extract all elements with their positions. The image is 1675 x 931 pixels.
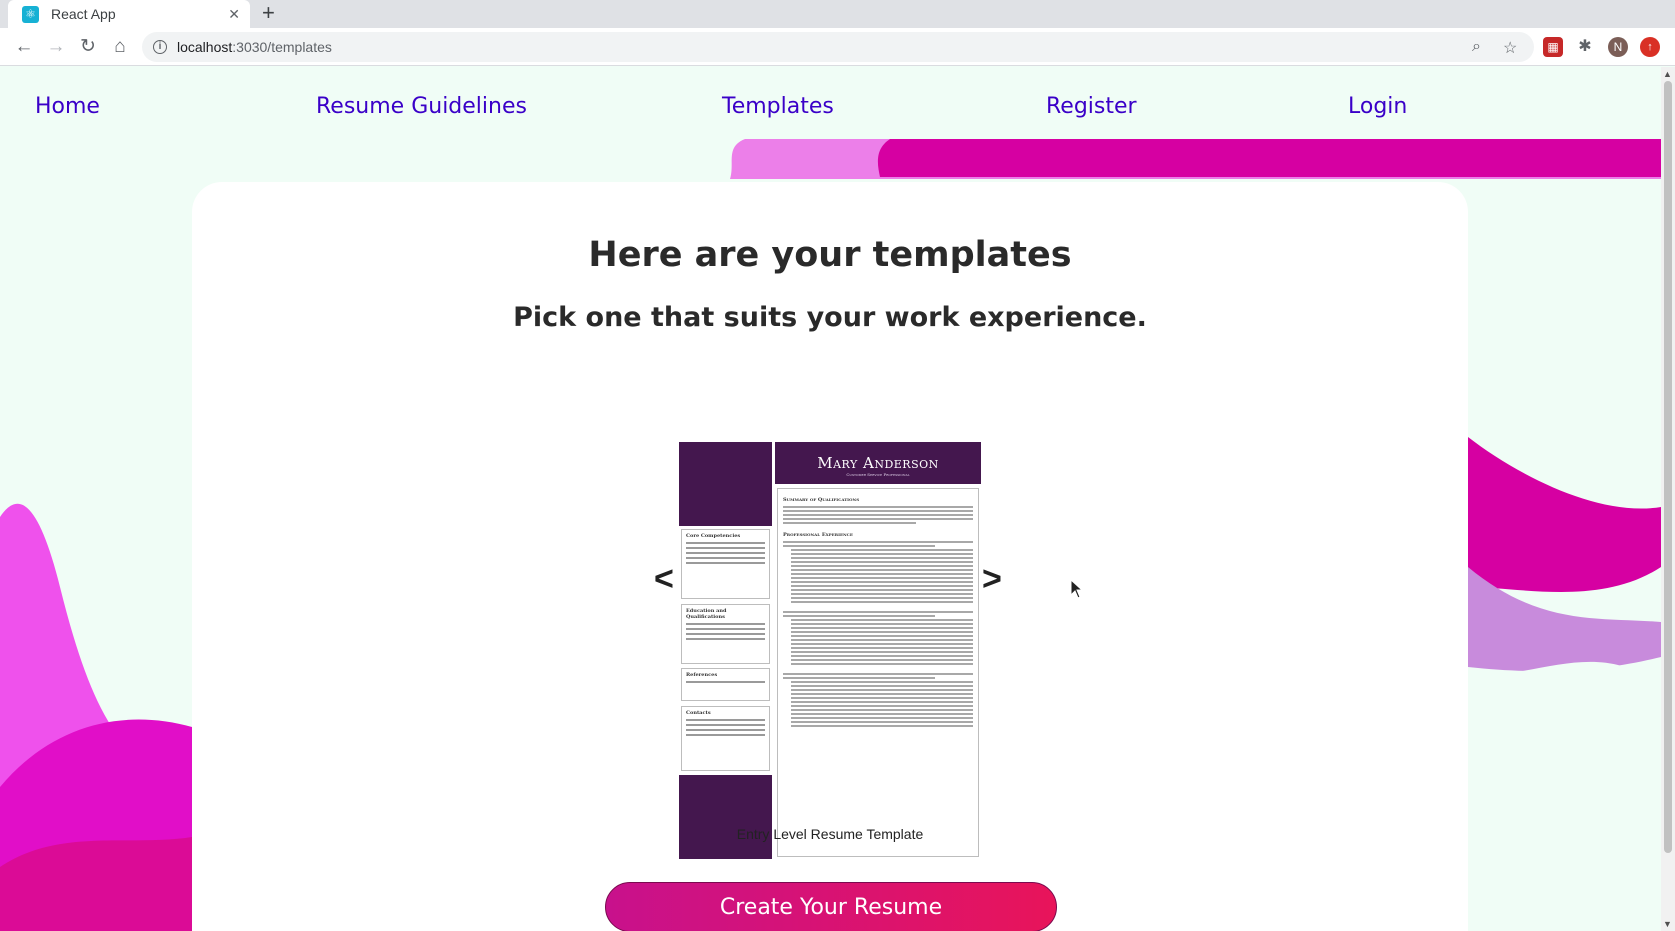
preview-contacts-box: Contacts	[681, 706, 770, 771]
preview-references-title: References	[686, 672, 718, 678]
preview-main-column: Mary Anderson Customer Service Professio…	[775, 442, 981, 859]
site-info-icon[interactable]: i	[153, 40, 167, 54]
home-icon[interactable]: ⌂	[109, 36, 131, 58]
preview-competencies-title: Core Competencies	[686, 533, 741, 539]
mouse-cursor-icon	[1070, 579, 1084, 599]
preview-experience-title: Professional Experience	[783, 532, 853, 538]
update-icon[interactable]: ↑	[1640, 37, 1660, 57]
nav-resume-guidelines-link[interactable]: Resume Guidelines	[316, 94, 527, 119]
carousel-prev-button[interactable]: <	[654, 560, 674, 599]
templates-card: Here are your templates Pick one that su…	[192, 182, 1468, 931]
page-viewport: Home Resume Guidelines Templates Registe…	[0, 67, 1675, 931]
puzzle-extensions-icon[interactable]: ✱	[1575, 37, 1595, 57]
preview-summary-title: Summary of Qualifications	[783, 497, 860, 503]
preview-contacts-title: Contacts	[686, 710, 711, 716]
zoom-icon[interactable]: ⌕	[1472, 38, 1481, 56]
tab-title: React App	[51, 6, 116, 22]
new-tab-button[interactable]: +	[262, 1, 275, 25]
nav-templates-link[interactable]: Templates	[722, 94, 834, 119]
carousel-next-button[interactable]: >	[982, 560, 1002, 599]
url-text[interactable]: localhost:3030/templates	[177, 39, 332, 55]
top-navigation: Home Resume Guidelines Templates Registe…	[0, 94, 1661, 124]
back-arrow-icon[interactable]: ←	[13, 36, 35, 58]
preview-body: Summary of Qualifications Professional E…	[777, 488, 979, 857]
create-resume-button[interactable]: Create Your Resume	[605, 882, 1057, 931]
scroll-down-icon[interactable]: ▼	[1663, 919, 1672, 929]
page-subtitle: Pick one that suits your work experience…	[513, 302, 1147, 333]
forward-arrow-icon[interactable]: →	[45, 36, 67, 58]
address-bar[interactable]: i localhost:3030/templates ⌕ ☆	[142, 32, 1534, 62]
page-title: Here are your templates	[588, 235, 1072, 275]
nav-home-link[interactable]: Home	[35, 94, 100, 119]
preview-education-title: Education and Qualifications	[686, 608, 727, 620]
preview-side-block	[679, 775, 772, 859]
preview-education-box: Education and Qualifications	[681, 604, 770, 664]
nav-login-link[interactable]: Login	[1348, 94, 1407, 119]
template-caption: Entry Level Resume Template	[736, 826, 924, 842]
preview-header: Mary Anderson Customer Service Professio…	[775, 442, 981, 484]
extension-icon[interactable]: ▦	[1543, 37, 1563, 57]
preview-role: Customer Service Professional	[846, 472, 910, 477]
preview-side-block	[679, 442, 772, 526]
preview-references-box: References	[681, 668, 770, 701]
profile-avatar[interactable]: N	[1608, 37, 1628, 57]
reload-icon[interactable]: ↻	[77, 36, 99, 58]
scroll-up-icon[interactable]: ▲	[1663, 69, 1672, 79]
nav-register-link[interactable]: Register	[1046, 94, 1137, 119]
tab-close-icon[interactable]: ✕	[228, 6, 240, 23]
browser-tab[interactable]: ⚛ React App ✕	[8, 0, 250, 28]
bookmark-star-icon[interactable]: ☆	[1503, 38, 1517, 58]
url-host: localhost	[177, 39, 233, 55]
react-icon: ⚛	[22, 5, 39, 23]
page-scrollbar[interactable]: ▲ ▼	[1661, 67, 1675, 931]
template-preview-image[interactable]: Core Competencies Education and Qualific…	[679, 442, 981, 859]
browser-toolbar: ← → ↻ ⌂ i localhost:3030/templates ⌕ ☆ ▦…	[0, 28, 1675, 66]
browser-tabstrip: ⚛ React App ✕ +	[0, 0, 1675, 28]
url-path: :3030/templates	[232, 39, 332, 55]
preview-name: Mary Anderson	[817, 454, 939, 472]
scrollbar-thumb[interactable]	[1664, 81, 1672, 853]
preview-competencies-box: Core Competencies	[681, 529, 770, 599]
